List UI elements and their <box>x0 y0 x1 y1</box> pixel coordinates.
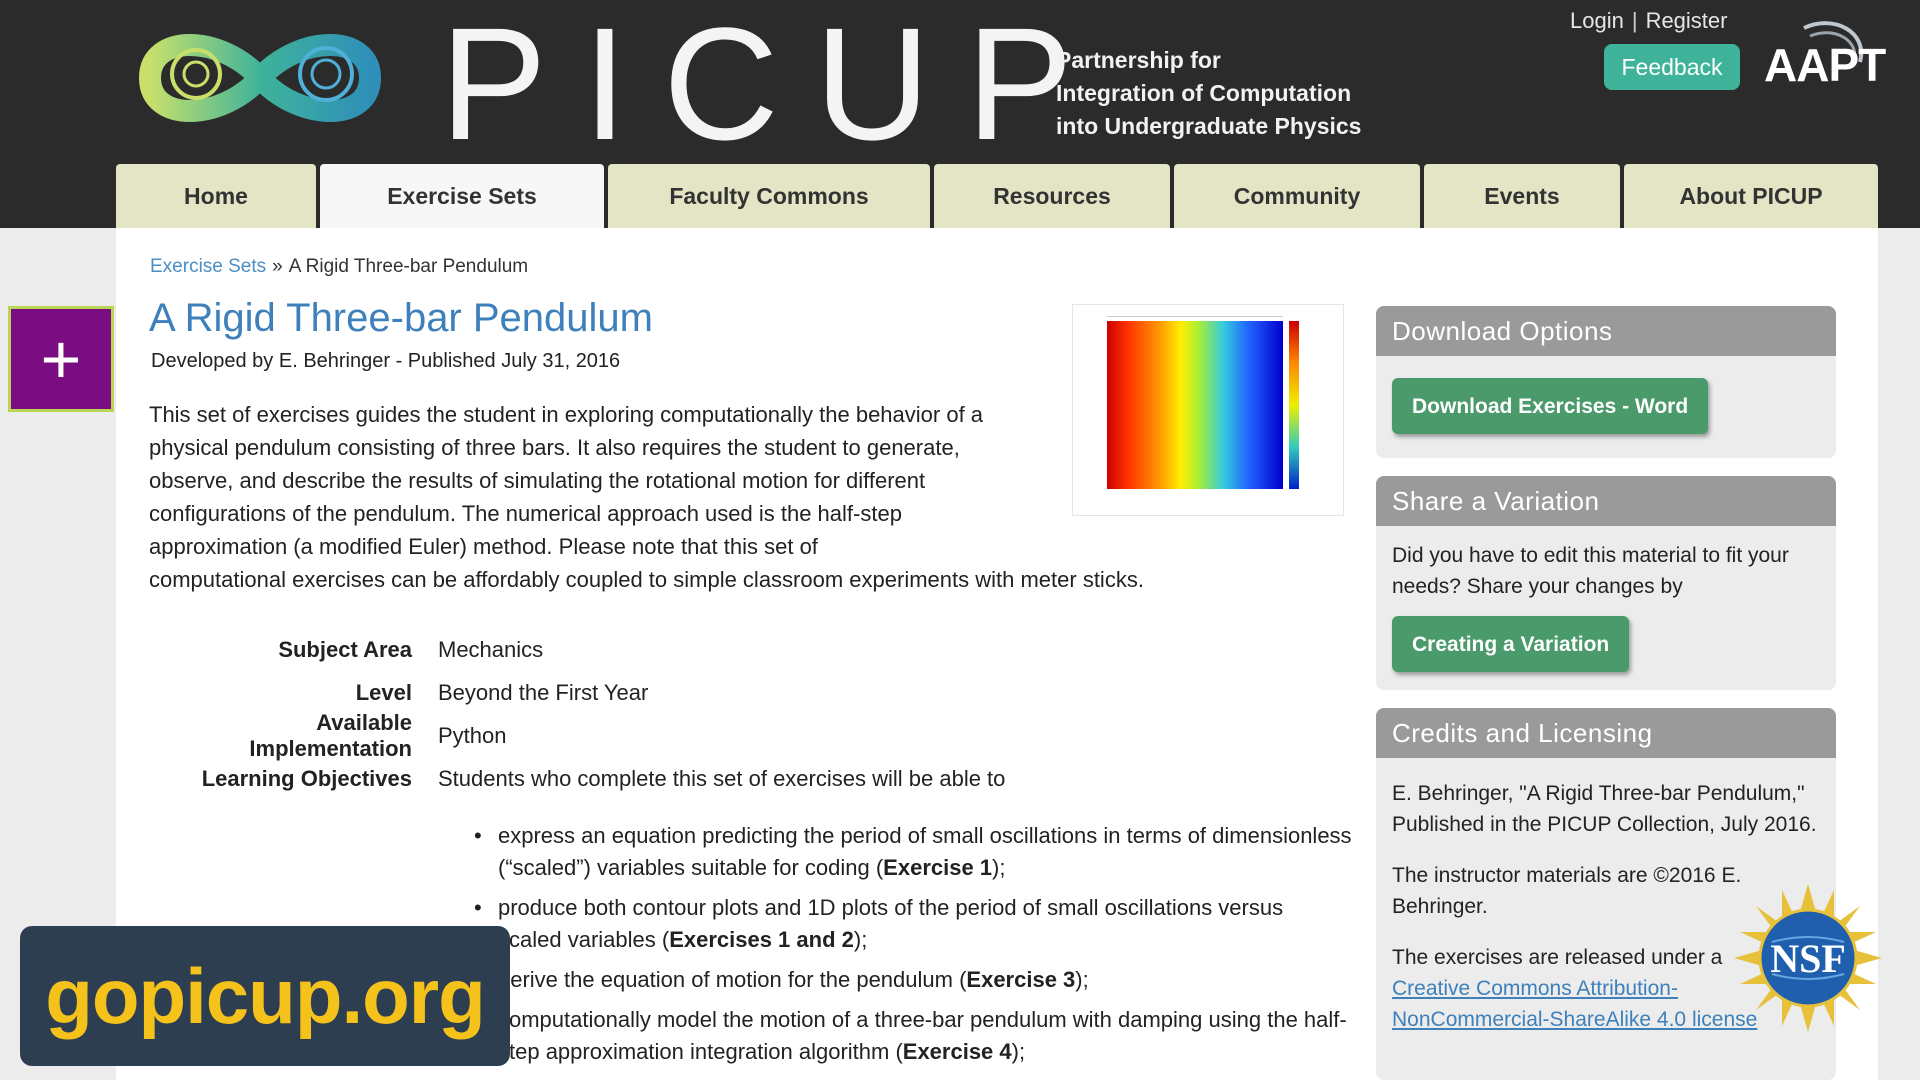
list-item: produce both contour plots and 1D plots … <box>472 892 1352 956</box>
nav-tab-exercise-sets[interactable]: Exercise Sets <box>320 164 604 228</box>
share-variation-panel: Share a Variation Did you have to edit t… <box>1376 476 1836 690</box>
meta-value: Beyond the First Year <box>438 679 649 705</box>
auth-links: Login | Register <box>1570 8 1727 34</box>
nav-tab-events[interactable]: Events <box>1424 164 1620 228</box>
picup-logo-icon[interactable] <box>130 14 392 142</box>
objective-tail: ); <box>992 855 1006 880</box>
site-url: gopicup.org <box>45 951 486 1040</box>
login-link[interactable]: Login <box>1570 8 1624 33</box>
list-item: express an equation predicting the perio… <box>472 820 1352 884</box>
license-link[interactable]: Creative Commons Attribution-NonCommerci… <box>1392 977 1757 1031</box>
meta-label: Available Implementation <box>249 709 412 761</box>
create-variation-button[interactable]: Creating a Variation <box>1392 616 1630 672</box>
nav-tab-home[interactable]: Home <box>116 164 316 228</box>
tagline-line: into Undergraduate Physics <box>1056 113 1362 139</box>
auth-separator: | <box>1631 8 1638 33</box>
breadcrumb-current: A Rigid Three-bar Pendulum <box>288 256 529 277</box>
byline: Developed by E. Behringer - Published Ju… <box>151 350 621 372</box>
nav-tab-about[interactable]: About PICUP <box>1624 164 1878 228</box>
tagline-line: Partnership for <box>1056 47 1221 73</box>
meta-value: Mechanics <box>438 636 544 662</box>
objective-tail: ); <box>1011 1039 1026 1064</box>
register-link[interactable]: Register <box>1646 8 1728 33</box>
download-word-button[interactable]: Download Exercises - Word <box>1392 378 1709 434</box>
objective-tail: ); <box>853 927 868 952</box>
panel-title: Download Options <box>1376 306 1836 356</box>
nav-tab-community[interactable]: Community <box>1174 164 1420 228</box>
page-title: A Rigid Three-bar Pendulum <box>149 296 653 340</box>
panel-title: Share a Variation <box>1376 476 1836 526</box>
brand-tagline: Partnership for Integration of Computati… <box>1056 44 1361 143</box>
site-url-badge: gopicup.org <box>20 926 510 1066</box>
panel-body: Did you have to edit this material to fi… <box>1376 526 1836 688</box>
objective-exercise: Exercises 1 and 2 <box>669 927 854 952</box>
meta-label: Level <box>355 679 412 705</box>
add-plus-button[interactable]: + <box>8 306 114 412</box>
brand-wordmark[interactable]: PICUP <box>440 4 1109 164</box>
meta-row-implementation: Available Implementation Python <box>150 710 1350 761</box>
main-nav: Home Exercise Sets Faculty Commons Resou… <box>116 164 1878 228</box>
nav-tab-resources[interactable]: Resources <box>934 164 1170 228</box>
metadata-table: Subject Area Mechanics Level Beyond the … <box>150 628 1350 800</box>
meta-label: Subject Area <box>278 636 412 662</box>
panel-body: Download Exercises - Word <box>1376 356 1836 450</box>
download-options-panel: Download Options Download Exercises - Wo… <box>1376 306 1836 458</box>
aapt-wordmark: AAPT <box>1764 39 1886 91</box>
objective-exercise: Exercise 4 <box>902 1039 1012 1064</box>
meta-row-subject: Subject Area Mechanics <box>150 628 1350 671</box>
meta-value: Students who complete this set of exerci… <box>438 765 1006 791</box>
objective-text: produce both contour plots and 1D plots … <box>498 895 1284 952</box>
list-item: computationally model the motion of a th… <box>472 1004 1352 1068</box>
description-text: This set of exercises guides the student… <box>149 402 984 559</box>
nav-tab-faculty-commons[interactable]: Faculty Commons <box>608 164 930 228</box>
plus-icon: + <box>40 320 82 398</box>
citation-text: E. Behringer, "A Rigid Three-bar Pendulu… <box>1392 782 1817 836</box>
preview-plot-caption <box>1107 309 1283 317</box>
meta-row-objectives: Learning Objectives Students who complet… <box>150 757 1350 800</box>
breadcrumb-separator: » <box>272 256 283 277</box>
list-item: derive the equation of motion for the pe… <box>472 964 1352 996</box>
panel-title: Credits and Licensing <box>1376 708 1836 758</box>
meta-value: Python <box>438 722 507 748</box>
description-text-last-line: computational exercises can be affordabl… <box>149 567 1144 592</box>
objective-text: derive the equation of motion for the pe… <box>498 967 967 992</box>
nsf-logo-icon[interactable]: NSF <box>1732 882 1884 1034</box>
description: This set of exercises guides the student… <box>149 398 1229 596</box>
copyright-text: The instructor materials are ©2016 E. Be… <box>1392 864 1742 918</box>
tagline-line: Integration of Computation <box>1056 80 1352 106</box>
share-text: Did you have to edit this material to fi… <box>1392 544 1789 598</box>
aapt-logo[interactable]: AAPT <box>1764 18 1886 102</box>
objective-exercise: Exercise 1 <box>883 855 993 880</box>
feedback-button[interactable]: Feedback <box>1604 44 1740 90</box>
objective-tail: ); <box>1075 967 1089 992</box>
colorbar-thumbnail <box>1289 321 1299 489</box>
objectives-list: express an equation predicting the perio… <box>472 820 1352 1076</box>
meta-row-level: Level Beyond the First Year <box>150 671 1350 714</box>
nsf-logo-text: NSF <box>1770 936 1846 981</box>
meta-label: Learning Objectives <box>201 765 412 791</box>
objective-exercise: Exercise 3 <box>966 967 1076 992</box>
breadcrumb-exercise-sets[interactable]: Exercise Sets <box>150 256 266 277</box>
breadcrumb: Exercise Sets » A Rigid Three-bar Pendulum <box>150 256 528 278</box>
